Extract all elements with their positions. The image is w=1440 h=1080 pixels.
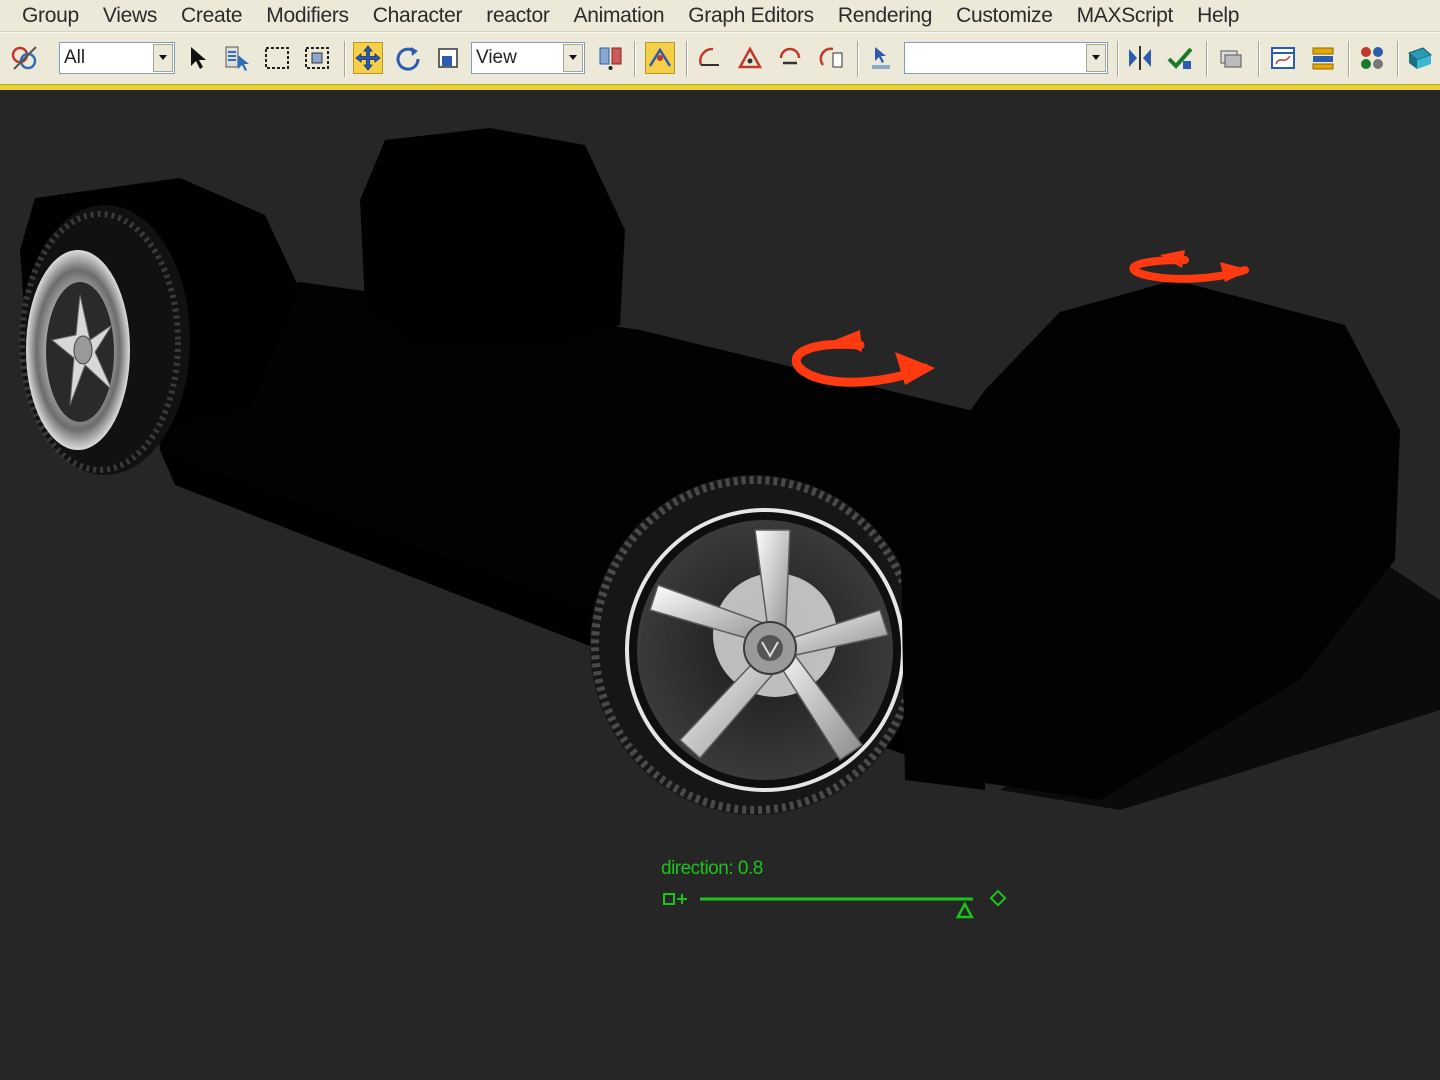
reference-coordinate-value: View <box>476 47 517 68</box>
named-selection-dropdown[interactable] <box>904 42 1108 74</box>
selection-filter-dropdown[interactable]: All <box>59 42 175 74</box>
menu-help[interactable]: Help <box>1197 4 1239 28</box>
manipulator-thumb-triangle <box>955 901 974 919</box>
3ds-max-window: Group Views Create Modifiers Character r… <box>0 0 1440 1080</box>
layer-manager-icon[interactable] <box>1216 42 1246 74</box>
schematic-icon[interactable] <box>1308 42 1338 74</box>
toolbar-separator <box>1258 41 1260 77</box>
rect-selection-icon[interactable] <box>262 42 292 74</box>
toolbar-separator <box>1397 41 1399 77</box>
manipulator-plus <box>677 894 687 904</box>
menu-reactor[interactable]: reactor <box>486 4 550 28</box>
menu-character[interactable]: Character <box>373 4 463 28</box>
front-right-box-face <box>900 510 985 790</box>
undo-redo-icon[interactable] <box>10 42 40 74</box>
direction-manipulator-label: direction: 0.8 <box>661 858 763 879</box>
material-editor-icon[interactable] <box>1357 42 1387 74</box>
rear-center-box <box>360 128 625 350</box>
angle-snap-icon[interactable] <box>695 42 725 74</box>
spinner-snap-icon[interactable] <box>775 42 805 74</box>
menu-bar: Group Views Create Modifiers Character r… <box>0 0 1440 32</box>
toolbar-separator <box>686 41 688 77</box>
menu-create[interactable]: Create <box>181 4 243 28</box>
toolbar-separator <box>344 41 346 77</box>
menu-graph-editors[interactable]: Graph Editors <box>688 4 814 28</box>
chevron-down-icon[interactable] <box>1086 44 1106 72</box>
selection-filter-value: All <box>64 47 86 68</box>
menu-modifiers[interactable]: Modifiers <box>266 4 349 28</box>
select-by-name-icon[interactable] <box>222 42 252 74</box>
menu-customize[interactable]: Customize <box>956 4 1053 28</box>
reference-coordinate-dropdown[interactable]: View <box>471 42 585 74</box>
direction-manipulator-slider[interactable] <box>655 880 1015 930</box>
perspective-viewport[interactable]: direction: 0.8 <box>0 90 1440 1080</box>
toolbar-separator <box>857 41 859 77</box>
select-icon[interactable] <box>183 42 213 74</box>
mirror-icon[interactable] <box>1125 42 1155 74</box>
window-crossing-icon[interactable] <box>302 42 332 74</box>
named-selection-icon[interactable] <box>866 42 896 74</box>
menu-animation[interactable]: Animation <box>574 4 665 28</box>
rotate-icon[interactable] <box>393 42 423 74</box>
chevron-down-icon[interactable] <box>153 44 173 72</box>
edit-named-selection-icon[interactable] <box>817 42 847 74</box>
snap-icon[interactable] <box>645 42 675 74</box>
scale-icon[interactable] <box>433 42 463 74</box>
render-scene-icon[interactable] <box>1405 42 1435 74</box>
rear-left-wheel <box>19 205 190 475</box>
menu-group[interactable]: Group <box>22 4 79 28</box>
menu-views[interactable]: Views <box>103 4 157 28</box>
toolbar-separator <box>1348 41 1350 77</box>
menu-maxscript[interactable]: MAXScript <box>1077 4 1174 28</box>
toolbar-separator <box>634 41 636 77</box>
front-wheel <box>590 475 920 815</box>
toolbar-separator <box>1206 41 1208 77</box>
curve-editor-icon[interactable] <box>1268 42 1298 74</box>
chevron-down-icon[interactable] <box>563 44 583 72</box>
toolbar-separator <box>1117 41 1119 77</box>
manipulator-diamond <box>989 889 1007 907</box>
scene-render <box>19 128 1440 815</box>
align-icon[interactable] <box>1165 42 1195 74</box>
percent-snap-icon[interactable] <box>735 42 765 74</box>
move-icon[interactable] <box>353 42 383 74</box>
main-toolbar: All View <box>0 32 1440 84</box>
rotation-gizmo-right <box>1129 250 1250 283</box>
menu-rendering[interactable]: Rendering <box>838 4 933 28</box>
pivot-icon[interactable] <box>596 42 626 74</box>
rotation-gizmo-center <box>791 330 935 387</box>
manipulator-handle-square <box>663 893 675 905</box>
